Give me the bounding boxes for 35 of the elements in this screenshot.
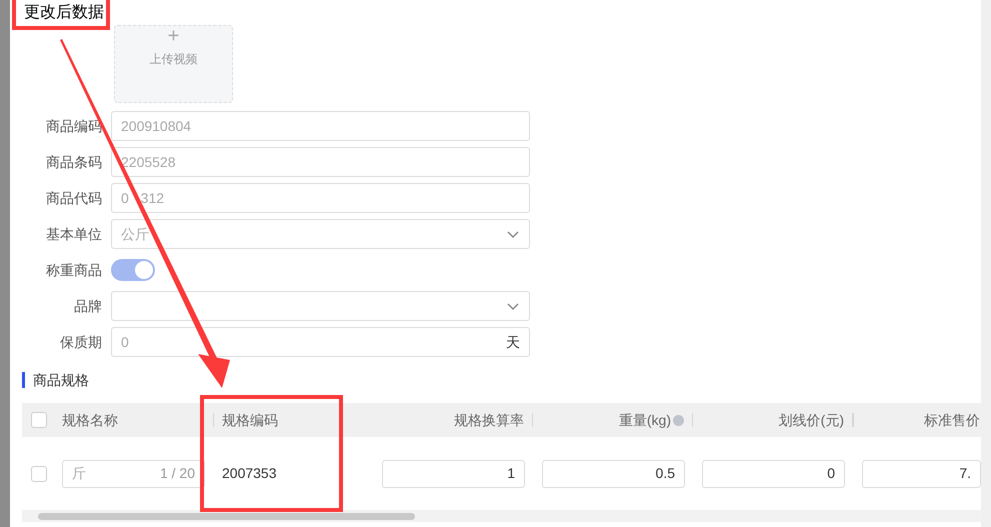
input-field[interactable]: 斤 1 / 20 <box>62 460 205 488</box>
select-field[interactable] <box>111 291 530 321</box>
column-header: 划线价(元) <box>778 410 844 430</box>
section-title: 商品规格 <box>33 370 89 390</box>
plus-icon: + <box>168 26 180 46</box>
checkbox[interactable] <box>31 466 47 482</box>
field-label: 品牌 <box>73 296 103 316</box>
field-label: 商品条码 <box>45 152 103 172</box>
table-cell: 2007353 <box>222 464 277 480</box>
input-field[interactable]: 0 312 <box>111 183 530 213</box>
field-label: 称重商品 <box>45 260 103 280</box>
annotation-label: 更改后数据 <box>12 0 110 30</box>
toggle-switch[interactable] <box>111 259 155 281</box>
column-header: 重量(kg) <box>618 410 671 430</box>
field-label: 保质期 <box>59 332 103 352</box>
column-header: 规格名称 <box>61 410 118 430</box>
column-header: 标准售价 <box>923 410 980 430</box>
upload-label: 上传视频 <box>150 51 198 68</box>
input-field[interactable]: 0.5 <box>542 460 685 488</box>
select-field[interactable]: 公斤 <box>111 219 530 249</box>
input-field[interactable]: 1 <box>382 460 525 488</box>
field-label: 商品代码 <box>45 188 103 208</box>
column-header: 规格编码 <box>222 410 278 430</box>
input-field[interactable]: 7. <box>862 460 981 488</box>
help-icon <box>673 414 684 426</box>
input-field[interactable]: 200910804 <box>111 111 530 141</box>
input-field[interactable]: 0 天 <box>111 327 530 357</box>
upload-box[interactable]: + 上传视频 <box>114 25 233 103</box>
scrollbar-thumb[interactable] <box>38 512 415 520</box>
section-marker <box>22 372 25 388</box>
field-label: 基本单位 <box>45 224 103 244</box>
input-field[interactable]: 0 <box>702 460 845 488</box>
column-header: 规格换算率 <box>454 410 524 430</box>
input-field[interactable]: 2205528 <box>111 147 530 177</box>
checkbox[interactable] <box>31 412 47 428</box>
